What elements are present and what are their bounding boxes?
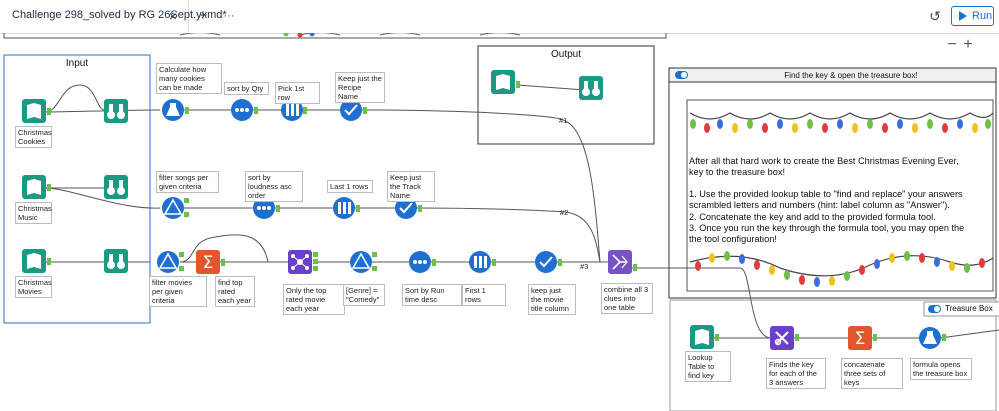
find-key-container-title: Find the key & open the treasure box! xyxy=(784,71,918,80)
instr-line-5: 2. Concatenate the key and add to the pr… xyxy=(689,211,936,222)
new-tab-icon[interactable]: + xyxy=(192,6,214,26)
label-sort-runtime: Sort by Run time desc xyxy=(402,284,462,306)
label-sort-qty: sort by Qty xyxy=(224,82,269,95)
output-container[interactable] xyxy=(477,45,655,145)
label-pick-first: Pick 1st row xyxy=(275,82,320,104)
label-find-top: find top rated each year xyxy=(215,276,255,307)
instr-line-1: After all that hard work to create the B… xyxy=(689,156,959,166)
zoom-in-icon[interactable]: + xyxy=(961,36,975,54)
app-window: Challenge 298_solved by RG 26Sept.yxmd* … xyxy=(0,0,999,411)
run-label: Run xyxy=(972,10,993,22)
instr-line-2: key to the treasure box! xyxy=(689,167,786,178)
sort-tool-qty-icon[interactable] xyxy=(231,99,253,121)
output-container-title: Output xyxy=(550,49,582,60)
tab-workflow[interactable]: Challenge 298_solved by RG 26Sept.yxmd* … xyxy=(0,0,227,32)
label-formula-opens: formula opens the treasure box xyxy=(910,358,972,380)
connection-1-label: #1 xyxy=(559,116,568,125)
treasure-container-title: Treasure Box xyxy=(945,304,993,313)
formula-tool-treasure-icon[interactable] xyxy=(919,327,941,349)
label-last-rows: Last 1 rows xyxy=(327,180,373,193)
label-keep-track: Keep just the Track Name xyxy=(387,171,435,202)
label-filter-songs: filter songs per given criteria xyxy=(156,171,219,193)
browse-tool-music-icon[interactable] xyxy=(104,175,128,199)
sample-tool-first-movie-icon[interactable] xyxy=(469,251,491,273)
browse-tool-output-icon[interactable] xyxy=(579,76,603,100)
label-keep-recipe: Keep just the Recipe Name xyxy=(335,72,385,103)
input-tool-cookies-icon[interactable] xyxy=(22,99,46,123)
more-icon[interactable]: ··· xyxy=(218,6,240,26)
instr-line-6: 3. Once you run the key through the form… xyxy=(689,223,965,234)
label-filter-movies: filter movies per given criteria xyxy=(149,276,207,307)
label-christmas-movies: Christmas Movies xyxy=(15,276,52,298)
union-tool-combine-icon[interactable] xyxy=(608,250,632,274)
label-finds-key: Finds the key for each of the 3 answers xyxy=(766,358,826,389)
select-tool-movie-icon[interactable] xyxy=(535,251,557,273)
label-combine: combine all 3 clues into one table xyxy=(601,283,653,314)
input-tool-output-icon[interactable] xyxy=(491,70,515,94)
run-button[interactable]: Run xyxy=(951,6,994,26)
instr-line-3: 1. Use the provided lookup table to "fin… xyxy=(689,188,963,199)
close-tab-icon[interactable]: × xyxy=(162,6,184,26)
summarize-tool-top-rated-icon[interactable]: Σ xyxy=(196,250,220,274)
zoom-out-icon[interactable]: − xyxy=(945,36,959,54)
instr-line-4: scrambled letters and numbers (hint: lab… xyxy=(689,200,950,211)
label-lookup: Lookup Table to find key xyxy=(685,351,731,382)
sample-tool-last-icon[interactable] xyxy=(333,197,355,219)
label-concat-keys: concatenate three sets of keys xyxy=(841,358,903,389)
input-tool-music-icon[interactable] xyxy=(22,175,46,199)
browse-tool-movies-icon[interactable] xyxy=(104,249,128,273)
label-only-top: Only the top rated movie each year xyxy=(283,284,345,315)
connection-3-label: #3 xyxy=(580,262,589,271)
label-genre-comedy: [Genre] = "Comedy" xyxy=(343,284,385,306)
play-icon xyxy=(959,11,967,21)
browse-tool-cookies-icon[interactable] xyxy=(104,99,128,123)
formula-tool-cookies-icon[interactable] xyxy=(162,99,184,121)
label-christmas-music: Christmas Music xyxy=(15,202,52,224)
instructions-text: After all that hard work to create the B… xyxy=(689,156,991,246)
svg-text:Σ: Σ xyxy=(855,329,866,349)
summarize-tool-concat-icon[interactable]: Σ xyxy=(848,326,872,350)
input-tool-lookup-icon[interactable] xyxy=(690,325,714,349)
connection-2-label: #2 xyxy=(560,208,569,217)
filter-tool-movies-icon[interactable] xyxy=(157,251,184,273)
join-tool-top-movie-icon[interactable] xyxy=(288,250,318,274)
tab-bar: Challenge 298_solved by RG 26Sept.yxmd* … xyxy=(0,0,999,34)
label-first-rows: First 1 rows xyxy=(462,284,506,306)
sort-tool-runtime-icon[interactable] xyxy=(409,251,431,273)
label-sort-loudness: sort by loudness asc order xyxy=(245,171,303,202)
input-container-title: Input xyxy=(65,58,89,69)
find-key-toggle[interactable] xyxy=(675,71,688,79)
svg-text:Σ: Σ xyxy=(203,253,214,273)
label-christmas-cookies: Christmas Cookies xyxy=(15,126,52,148)
instr-line-7: the tool configuration! xyxy=(689,234,777,245)
label-keep-movie: keep just the movie title column xyxy=(528,284,576,315)
workflow-canvas[interactable]: Σ Σ Input Output Find the key & open the… xyxy=(0,33,999,411)
input-tool-movies-icon[interactable] xyxy=(22,249,46,273)
history-icon[interactable]: ↺ xyxy=(924,6,946,26)
partial-top-container xyxy=(3,33,667,39)
label-calc-cookies: Calculate how many cookies can be made xyxy=(156,63,222,94)
find-replace-tool-icon[interactable] xyxy=(770,326,794,350)
